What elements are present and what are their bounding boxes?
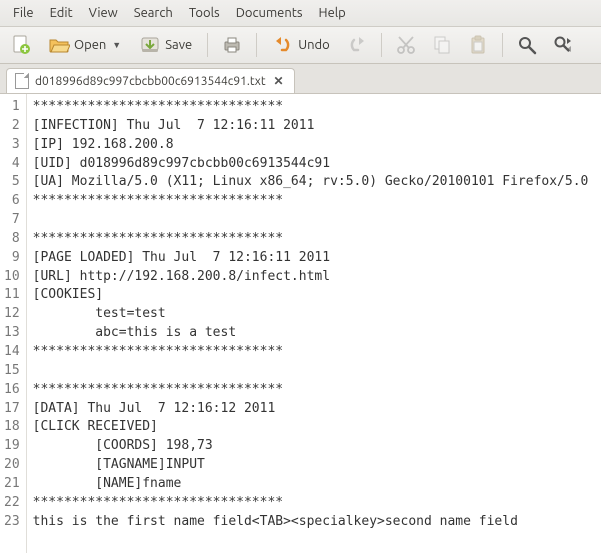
tab-filename: d018996d89c997cbcbb00c6913544c91.txt: [35, 75, 266, 88]
save-icon: [139, 34, 161, 56]
toolbar: Open ▼ Save Undo: [0, 27, 601, 64]
toolbar-separator: [207, 33, 208, 57]
search-icon: [516, 34, 538, 56]
menu-tools[interactable]: Tools: [182, 3, 227, 23]
find-button[interactable]: [512, 31, 542, 59]
menu-file[interactable]: File: [6, 3, 41, 23]
code-content[interactable]: ******************************** [INFECT…: [27, 94, 595, 553]
undo-icon: [272, 34, 294, 56]
redo-button[interactable]: [342, 31, 372, 59]
menu-help[interactable]: Help: [312, 3, 353, 23]
line-number-gutter: 1234567891011121314151617181920212223: [0, 94, 27, 553]
menu-view[interactable]: View: [82, 3, 125, 23]
undo-label: Undo: [298, 38, 330, 52]
new-document-button[interactable]: [6, 31, 36, 59]
save-button[interactable]: Save: [133, 31, 198, 59]
menu-documents[interactable]: Documents: [229, 3, 310, 23]
cut-button[interactable]: [391, 31, 421, 59]
editor-area[interactable]: 1234567891011121314151617181920212223 **…: [0, 94, 601, 553]
folder-open-icon: [48, 34, 70, 56]
print-button[interactable]: [217, 31, 247, 59]
toolbar-separator: [256, 33, 257, 57]
find-replace-icon: [552, 34, 574, 56]
undo-button[interactable]: Undo: [266, 31, 336, 59]
find-replace-button[interactable]: [548, 31, 578, 59]
new-file-icon: [10, 34, 32, 56]
clipboard-icon: [467, 34, 489, 56]
file-icon: [15, 73, 29, 89]
scissors-icon: [395, 34, 417, 56]
chevron-down-icon: ▼: [112, 40, 121, 50]
copy-icon: [431, 34, 453, 56]
printer-icon: [221, 34, 243, 56]
redo-icon: [346, 34, 368, 56]
open-button[interactable]: Open ▼: [42, 31, 127, 59]
open-label: Open: [74, 38, 106, 52]
menu-edit[interactable]: Edit: [43, 3, 80, 23]
toolbar-separator: [502, 33, 503, 57]
paste-button[interactable]: [463, 31, 493, 59]
save-label: Save: [165, 38, 192, 52]
tabbar: d018996d89c997cbcbb00c6913544c91.txt ✕: [0, 64, 601, 94]
toolbar-separator: [381, 33, 382, 57]
document-tab[interactable]: d018996d89c997cbcbb00c6913544c91.txt ✕: [6, 68, 295, 93]
menubar: File Edit View Search Tools Documents He…: [0, 0, 601, 27]
close-tab-button[interactable]: ✕: [272, 74, 286, 88]
copy-button[interactable]: [427, 31, 457, 59]
menu-search[interactable]: Search: [127, 3, 180, 23]
